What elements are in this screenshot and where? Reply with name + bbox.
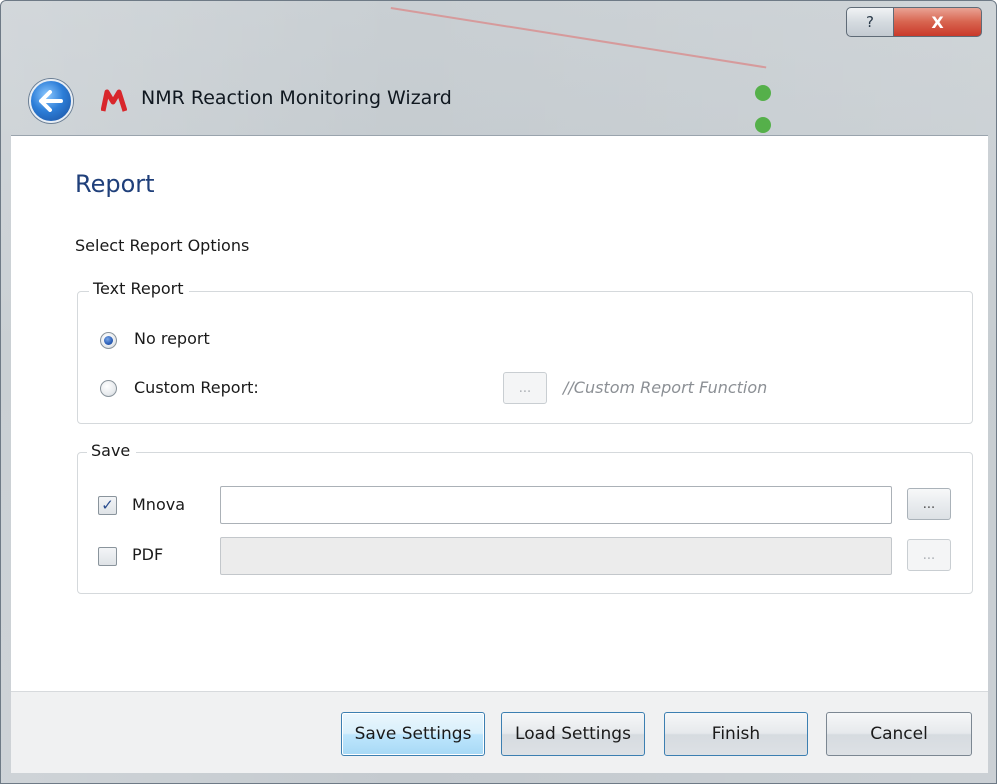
page-title: Report: [75, 170, 155, 198]
background-decoration-line: [390, 7, 767, 69]
background-decoration-dot: [755, 85, 771, 101]
mnova-path-input[interactable]: [220, 486, 892, 524]
mnova-browse-button[interactable]: ...: [907, 488, 951, 520]
custom-report-browse-button[interactable]: ...: [503, 372, 547, 404]
close-icon: X: [931, 12, 944, 32]
wizard-page: Report Select Report Options Text Report…: [11, 135, 988, 691]
checkmark-icon: ✓: [101, 496, 114, 514]
close-button[interactable]: X: [894, 7, 982, 37]
help-icon: ?: [866, 13, 874, 31]
button-bar: Save Settings Load Settings Finish Cance…: [11, 691, 988, 773]
finish-button[interactable]: Finish: [664, 712, 808, 756]
cancel-button[interactable]: Cancel: [826, 712, 972, 756]
back-arrow-icon: [39, 90, 63, 112]
pdf-label: PDF: [132, 545, 164, 564]
pdf-path-input[interactable]: [220, 537, 892, 575]
mnova-logo-icon: [101, 89, 127, 112]
background-decoration-dot: [755, 117, 771, 133]
text-report-legend: Text Report: [89, 279, 190, 298]
pdf-checkbox[interactable]: [98, 547, 117, 566]
no-report-label: No report: [134, 329, 210, 348]
page-subtitle: Select Report Options: [75, 236, 250, 255]
save-legend: Save: [87, 441, 137, 460]
pdf-browse-button[interactable]: ...: [907, 539, 951, 571]
custom-report-radio[interactable]: [100, 380, 117, 397]
text-report-group: [77, 291, 973, 424]
mnova-label: Mnova: [132, 495, 186, 514]
window-title: NMR Reaction Monitoring Wizard: [141, 87, 452, 109]
load-settings-button[interactable]: Load Settings: [501, 712, 645, 756]
custom-report-label: Custom Report:: [134, 378, 259, 397]
mnova-checkbox[interactable]: ✓: [98, 496, 117, 515]
save-settings-button[interactable]: Save Settings: [341, 712, 485, 756]
radio-selected-dot: [104, 336, 113, 345]
help-button[interactable]: ?: [846, 7, 894, 37]
custom-report-function-hint: //Custom Report Function: [563, 378, 768, 397]
no-report-radio[interactable]: [100, 332, 117, 349]
back-button[interactable]: [29, 79, 73, 123]
wizard-window: ? X NMR Reaction Monitoring Wizard Repor…: [0, 0, 997, 784]
caption-buttons: ? X: [846, 7, 982, 37]
